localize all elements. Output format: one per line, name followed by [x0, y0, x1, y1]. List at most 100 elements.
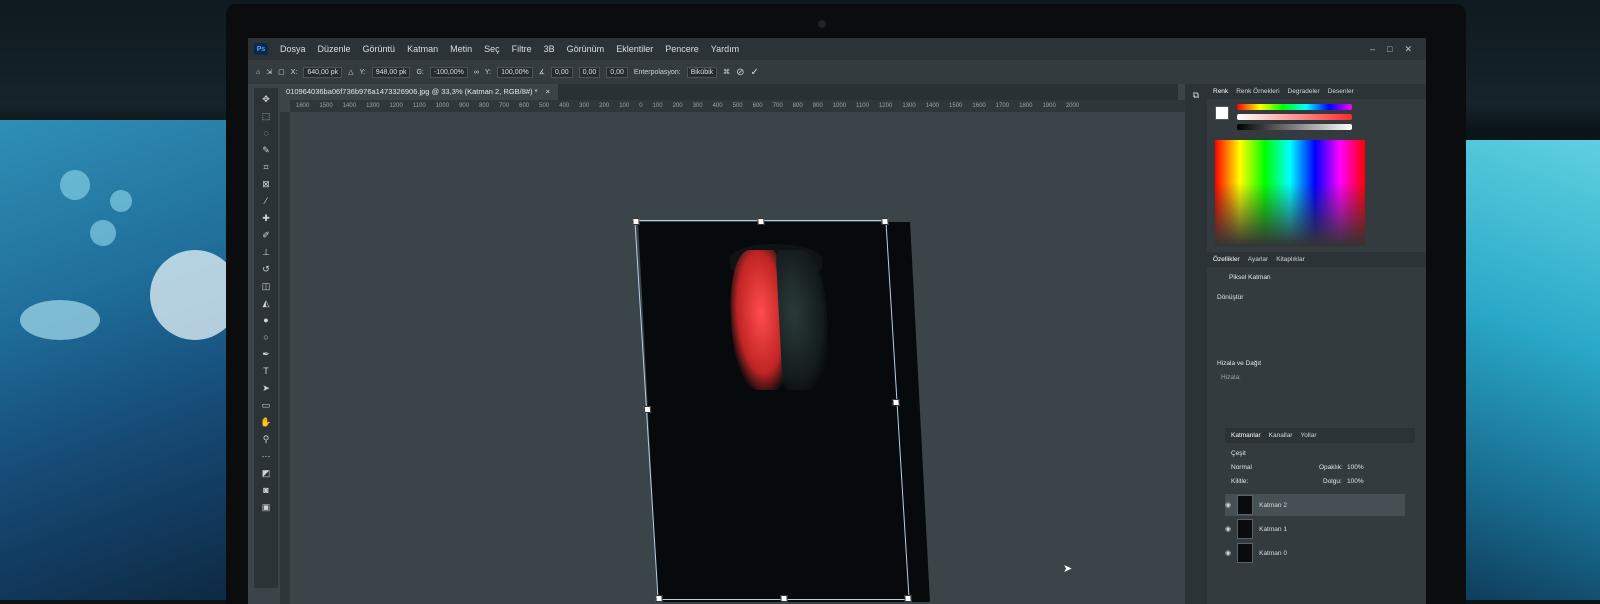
skew-h-input[interactable]: 0,00 [578, 66, 601, 78]
shape-tool-icon[interactable]: ▭ [259, 400, 273, 411]
menu-item-metin[interactable]: Metin [444, 44, 478, 54]
hue-slider[interactable] [1237, 104, 1352, 110]
tab-patterns[interactable]: Desenler [1328, 88, 1354, 95]
quick-mask-icon[interactable]: ◙ [259, 485, 273, 496]
cancel-transform-icon[interactable]: ⊘ [736, 67, 744, 78]
foreground-swatch[interactable] [1215, 106, 1229, 120]
eraser-tool-icon[interactable]: ◫ [259, 281, 273, 292]
tab-gradients[interactable]: Degradeler [1288, 88, 1320, 95]
document-tab[interactable]: 010964036ba06f736b976a1473326906.jpg @ 3… [278, 84, 559, 100]
home-icon[interactable]: ⌂ [256, 69, 260, 76]
transform-bounding-box[interactable] [632, 218, 912, 602]
history-icon[interactable]: ⧉ [1185, 90, 1207, 101]
align-section-title[interactable]: Hizala ve Dağıt [1217, 360, 1261, 367]
transform-handle[interactable] [881, 218, 889, 225]
transform-handle[interactable] [892, 399, 900, 406]
x-position-input[interactable]: 640,00 pk [303, 66, 343, 78]
transform-handle[interactable] [632, 218, 640, 225]
brightness-slider[interactable] [1237, 124, 1352, 130]
tab-libraries[interactable]: Kitaplıklar [1276, 256, 1305, 263]
healing-tool-icon[interactable]: ✚ [259, 213, 273, 224]
warp-icon[interactable]: ⌘ [723, 68, 730, 76]
ruler-tick: 1200 [389, 103, 403, 109]
visibility-eye-icon[interactable]: ◉ [1225, 501, 1231, 509]
maximize-icon[interactable]: □ [1387, 44, 1392, 55]
tab-color[interactable]: Renk [1213, 88, 1228, 95]
path-select-icon[interactable]: ➤ [259, 383, 273, 394]
transform-handle[interactable] [780, 595, 788, 602]
layer-row[interactable]: ◉ Katman 1 [1225, 518, 1405, 540]
menu-item-sec[interactable]: Seç [478, 44, 506, 54]
pen-tool-icon[interactable]: ✒ [259, 349, 273, 360]
menu-item-eklentiler[interactable]: Eklentiler [610, 44, 659, 54]
transform-handle[interactable] [904, 595, 912, 602]
transform-section-title[interactable]: Dönüştür [1217, 294, 1243, 301]
link-icon[interactable]: ∞ [474, 69, 479, 76]
transform-handle[interactable] [757, 218, 765, 225]
menu-item-yardim[interactable]: Yardım [705, 44, 745, 54]
hand-tool-icon[interactable]: ✋ [259, 417, 273, 428]
delta-icon[interactable]: △ [348, 68, 353, 76]
more-tools-icon[interactable]: ⋯ [259, 451, 273, 462]
commit-transform-icon[interactable]: ✓ [751, 67, 759, 78]
lasso-tool-icon[interactable]: ◌ [259, 128, 273, 139]
color-swatches-icon[interactable]: ◩ [259, 468, 273, 479]
document-tab-bar: 010964036ba06f736b976a1473326906.jpg @ 3… [278, 84, 1178, 100]
menu-item-gorunum[interactable]: Görünüm [561, 44, 611, 54]
menu-item-filtre[interactable]: Filtre [506, 44, 538, 54]
type-tool-icon[interactable]: T [259, 366, 273, 377]
transform-handle[interactable] [655, 595, 663, 602]
color-spectrum[interactable] [1215, 140, 1365, 246]
tab-channels[interactable]: Kanallar [1269, 432, 1293, 439]
move-tool-icon[interactable]: ✥ [259, 94, 273, 105]
saturation-slider[interactable] [1237, 114, 1352, 120]
interpolation-select[interactable]: Bikübik [686, 66, 718, 78]
eyedropper-tool-icon[interactable]: ⁄ [259, 196, 273, 207]
ruler-tick: 1500 [949, 103, 963, 109]
width-input[interactable]: -100,00% [429, 66, 468, 78]
dodge-tool-icon[interactable]: ○ [259, 332, 273, 343]
tab-paths[interactable]: Yollar [1300, 432, 1316, 439]
angle-input[interactable]: 0,00 [551, 66, 573, 78]
reference-point-icon[interactable]: ▢ [278, 68, 285, 76]
menu-item-pencere[interactable]: Pencere [659, 44, 705, 54]
stamp-tool-icon[interactable]: ⊥ [259, 247, 273, 258]
quick-select-tool-icon[interactable]: ✎ [259, 145, 273, 156]
gradient-tool-icon[interactable]: ◭ [259, 298, 273, 309]
tab-adjustments[interactable]: Ayarlar [1248, 256, 1268, 263]
ruler-tick: 200 [599, 103, 610, 109]
transform-handle[interactable] [643, 406, 652, 413]
tab-swatches[interactable]: Renk Örnekleri [1236, 88, 1279, 95]
menu-item-3b[interactable]: 3B [538, 44, 561, 54]
menu-item-katman[interactable]: Katman [401, 44, 444, 54]
close-tab-icon[interactable]: × [546, 87, 550, 96]
blend-mode-select[interactable]: Normal [1231, 464, 1252, 471]
visibility-eye-icon[interactable]: ◉ [1225, 549, 1231, 557]
frame-tool-icon[interactable]: ⊠ [259, 179, 273, 190]
menu-item-dosya[interactable]: Dosya [274, 44, 312, 54]
opacity-value[interactable]: 100% [1347, 464, 1364, 471]
history-brush-icon[interactable]: ↺ [259, 264, 273, 275]
skew-v-input[interactable]: 0,00 [606, 66, 628, 78]
tab-properties[interactable]: Özellikler [1213, 256, 1240, 263]
visibility-eye-icon[interactable]: ◉ [1225, 525, 1231, 533]
height-input[interactable]: 100,00% [497, 66, 533, 78]
canvas-area[interactable]: ➤ [290, 112, 1185, 604]
brush-tool-icon[interactable]: ✐ [259, 230, 273, 241]
layer-filter-input[interactable]: Çeşit [1231, 450, 1246, 457]
menu-item-goruntu[interactable]: Görüntü [357, 44, 402, 54]
marquee-tool-icon[interactable]: ⬚ [259, 111, 273, 122]
layer-row[interactable]: ◉ Katman 0 [1225, 542, 1405, 564]
tab-layers[interactable]: Katmanlar [1231, 432, 1261, 439]
zoom-tool-icon[interactable]: ⚲ [259, 434, 273, 445]
close-icon[interactable]: ✕ [1404, 44, 1412, 55]
y-position-input[interactable]: 948,00 pk [371, 66, 411, 78]
menu-item-duzenle[interactable]: Düzenle [312, 44, 357, 54]
fill-value[interactable]: 100% [1347, 478, 1364, 485]
crop-tool-icon[interactable]: ⌗ [259, 162, 273, 173]
screen-mode-icon[interactable]: ▣ [259, 502, 273, 513]
minimize-icon[interactable]: – [1370, 44, 1375, 55]
layer-row[interactable]: ◉ Katman 2 [1225, 494, 1405, 516]
blur-tool-icon[interactable]: ● [259, 315, 273, 326]
interpolation-label: Enterpolasyon: [633, 68, 681, 76]
